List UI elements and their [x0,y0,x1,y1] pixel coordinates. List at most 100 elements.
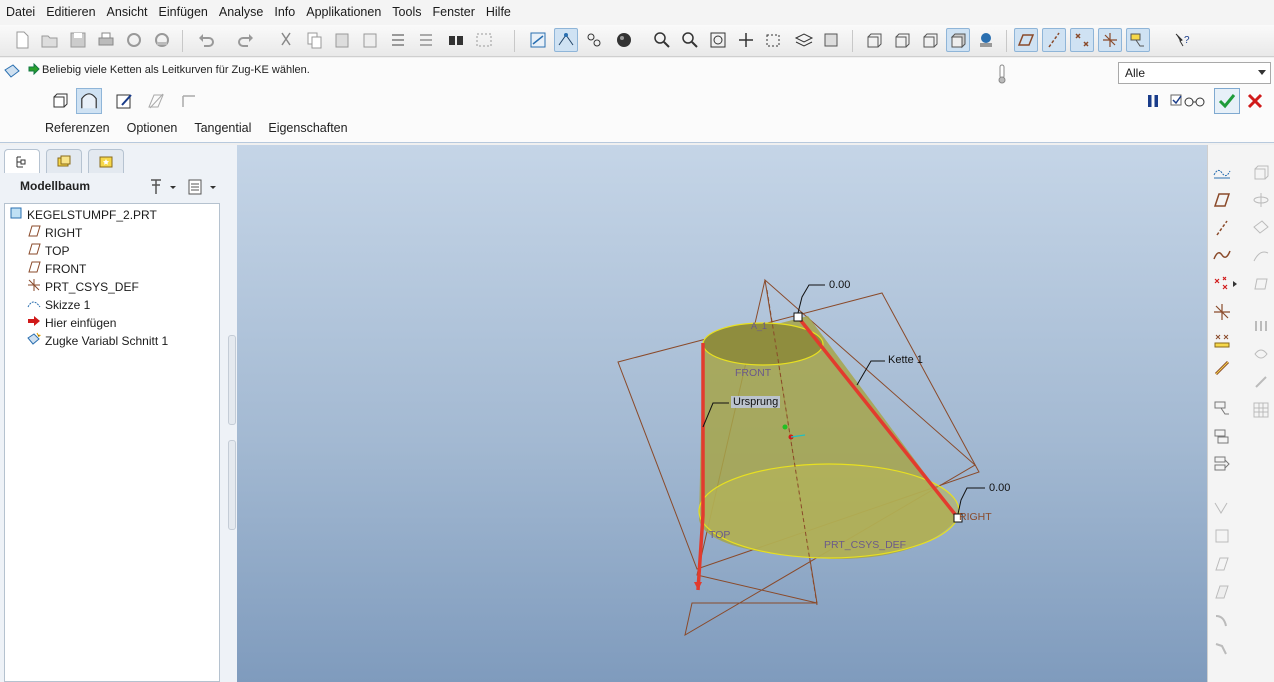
find-icon[interactable] [444,28,468,52]
panel-splitter-handle[interactable] [228,335,236,425]
blend-tool-icon[interactable] [1250,245,1272,267]
sketch-tool-icon[interactable] [1211,161,1233,183]
menu-info[interactable]: Info [268,0,300,25]
zoom-out-icon[interactable] [678,28,702,52]
cancel-button[interactable] [1246,92,1264,110]
round-tool-icon[interactable] [1211,609,1233,631]
hole-tool-icon[interactable] [1250,315,1272,337]
tree-item-top[interactable]: TOP [27,242,69,260]
context-help-icon[interactable]: ? [1170,28,1194,52]
shell-tool-icon[interactable] [1250,343,1272,365]
tree-item-csys[interactable]: PRT_CSYS_DEF [27,278,139,296]
no-hidden-icon[interactable] [918,28,942,52]
open-icon[interactable] [38,28,62,52]
paste-special-icon[interactable] [358,28,382,52]
tab-tangential[interactable]: Tangential [194,121,251,135]
plane-display-icon[interactable] [1014,28,1038,52]
selection-filter-dropdown[interactable]: Alle [1118,62,1271,84]
extrude-tool-icon[interactable] [1250,161,1272,183]
axis-tag-icon[interactable] [1042,28,1066,52]
graphics-window[interactable]: 0.00 0.00 Kette 1 Ursprung FRONT TOP RIG… [237,145,1207,682]
send-icon[interactable] [150,28,174,52]
save-copy-icon[interactable] [122,28,146,52]
wireframe-icon[interactable] [862,28,886,52]
extend-tool-icon[interactable] [1211,553,1233,575]
paste-icon[interactable] [330,28,354,52]
point-tag-icon[interactable] [1070,28,1094,52]
shade-icon[interactable] [612,28,636,52]
datum-curve-tool-icon[interactable] [1211,245,1233,267]
dimension-value-top[interactable]: 0.00 [829,279,850,291]
select-box-icon[interactable] [472,28,496,52]
flyout-arrow-icon[interactable] [1230,273,1242,295]
print-icon[interactable] [94,28,118,52]
tab-referenzen[interactable]: Referenzen [45,121,110,135]
view-manager-icon[interactable] [526,28,550,52]
regenerate-icon[interactable] [386,28,410,52]
menu-ansicht[interactable]: Ansicht [101,0,153,25]
layers-icon[interactable] [792,28,816,52]
analysis-tool-icon[interactable] [1211,329,1233,351]
zoom-in-icon[interactable] [650,28,674,52]
rib-tool-icon[interactable] [1250,371,1272,393]
csys-tag-icon[interactable] [1098,28,1122,52]
menu-einfuegen[interactable]: Einfügen [153,0,213,25]
menu-applikationen[interactable]: Applikationen [300,0,386,25]
reorient-icon[interactable] [734,28,758,52]
offset-tool-icon[interactable] [1211,525,1233,547]
appearance-icon[interactable] [820,28,844,52]
new-file-icon[interactable] [10,28,34,52]
pause-icon[interactable] [1146,94,1160,108]
pattern-tool-icon[interactable] [1250,399,1272,421]
tab-eigenschaften[interactable]: Eigenschaften [268,121,347,135]
sketch-edit-icon[interactable] [114,91,134,111]
undo-icon[interactable] [194,28,218,52]
menu-editieren[interactable]: Editieren [40,0,100,25]
tree-item-part[interactable]: KEGELSTUMPF_2.PRT [9,206,157,224]
csys-tool-icon[interactable] [1211,301,1233,323]
refit-icon[interactable] [706,28,730,52]
datum-plane-tool-icon[interactable] [1211,189,1233,211]
solid-option-icon[interactable] [50,91,70,111]
trim-tool-icon[interactable] [1211,497,1233,519]
chamfer-tool-icon[interactable] [1211,637,1233,659]
menu-analyse[interactable]: Analyse [213,0,268,25]
cut-icon[interactable] [274,28,298,52]
tab-optionen[interactable]: Optionen [127,121,178,135]
redo-icon[interactable] [234,28,258,52]
thicken-tool-icon[interactable] [1211,581,1233,603]
panel-splitter-handle[interactable] [228,440,236,530]
hidden-line-icon[interactable] [890,28,914,52]
remove-material-icon[interactable] [146,91,166,111]
saved-views-icon[interactable] [762,28,786,52]
accept-button[interactable] [1214,88,1240,114]
datum-axis-tool-icon[interactable] [1211,217,1233,239]
boundary-blend-tool-icon[interactable] [1250,273,1272,295]
shading-icon[interactable] [946,28,970,52]
chain-link-tool-icon[interactable] [1211,357,1233,379]
origin-label[interactable]: Ursprung [731,396,781,408]
manager-icon[interactable] [414,28,438,52]
tree-item-insert-here[interactable]: Hier einfügen [27,314,116,332]
variable-sweep-tool-icon[interactable] [1250,217,1272,239]
menu-hilfe[interactable]: Hilfe [480,0,516,25]
enhanced-realism-icon[interactable] [974,28,998,52]
dimension-value-right[interactable]: 0.00 [989,482,1010,494]
thicken-icon[interactable] [180,91,200,111]
datum-display-icon[interactable] [554,28,578,52]
menu-tools[interactable]: Tools [386,0,426,25]
tree-settings-icon[interactable] [148,177,178,197]
show-menu-icon[interactable] [186,177,220,197]
tree-item-sweep[interactable]: Zugke Variabl Schnitt 1 [27,332,168,350]
tree-item-sketch[interactable]: Skizze 1 [27,296,90,314]
surface-option-icon[interactable] [76,88,102,114]
axis-display-icon[interactable] [582,28,606,52]
tab-folder-browser[interactable] [46,149,82,173]
tree-item-front[interactable]: FRONT [27,260,86,278]
copy-feature-icon[interactable] [1211,397,1233,419]
preview-glasses-icon[interactable] [1170,93,1210,109]
mirror-feature-icon[interactable] [1211,425,1233,447]
menu-datei[interactable]: Datei [0,0,40,25]
merge-feature-icon[interactable] [1211,453,1233,475]
revolve-tool-icon[interactable] [1250,189,1272,211]
